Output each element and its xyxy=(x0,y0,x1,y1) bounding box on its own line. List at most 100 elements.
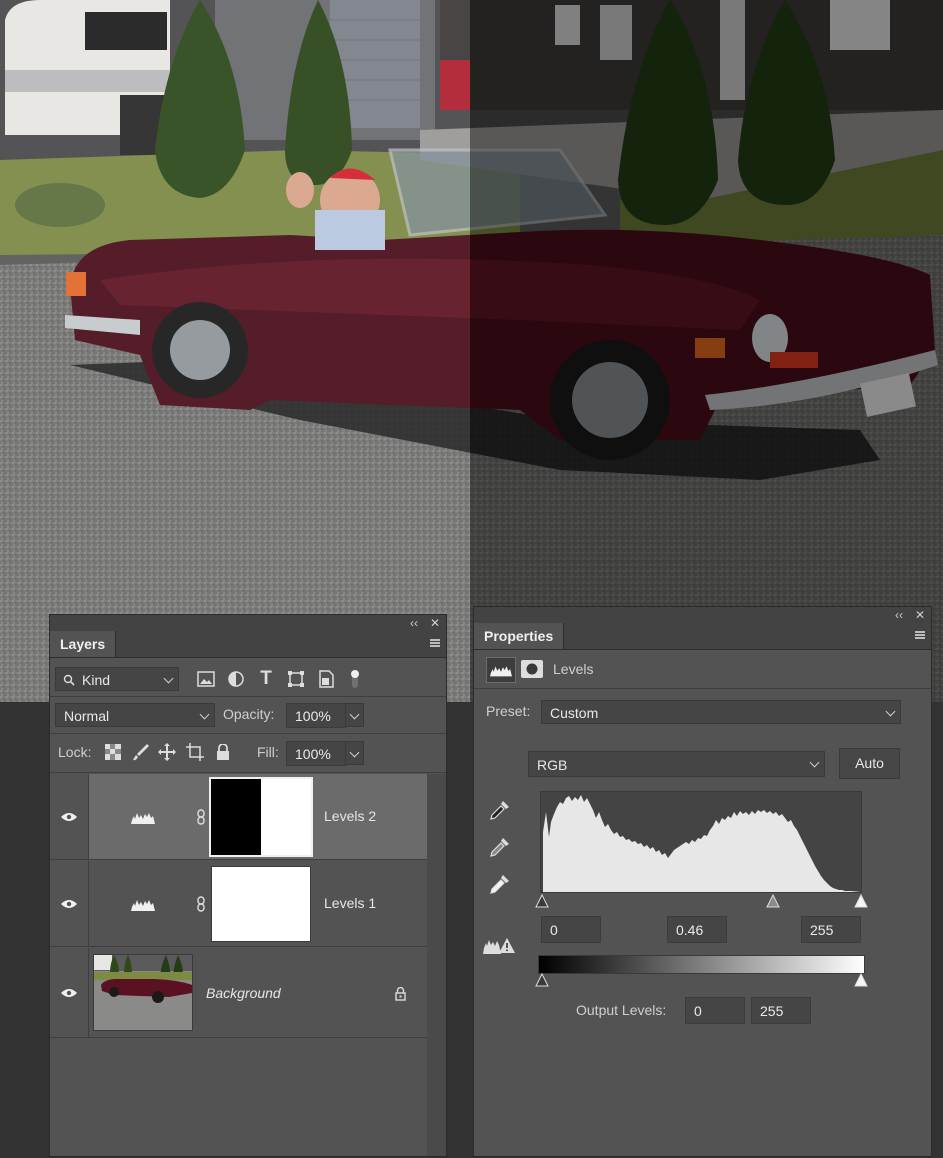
document-canvas[interactable] xyxy=(0,0,943,702)
input-white-value: 255 xyxy=(810,922,834,938)
search-icon xyxy=(63,668,75,692)
levels-icon[interactable] xyxy=(486,657,516,683)
chevron-down-icon xyxy=(809,757,820,768)
opacity-label: Opacity: xyxy=(223,706,275,722)
lock-icon xyxy=(393,986,407,1002)
eye-icon[interactable] xyxy=(60,810,78,824)
channel-dropdown[interactable]: RGB xyxy=(528,751,825,777)
chevron-down-icon xyxy=(163,673,174,684)
filter-toggle-icon[interactable] xyxy=(348,667,362,691)
output-white-handle[interactable] xyxy=(854,972,868,987)
type-filter-icon[interactable]: T xyxy=(256,668,276,689)
properties-panel: ‹‹ ✕ Properties Levels Preset: Custom RG… xyxy=(473,606,932,1157)
tab-properties[interactable]: Properties xyxy=(474,623,565,649)
lock-label: Lock: xyxy=(58,744,92,760)
layer-mask-thumbnail[interactable] xyxy=(209,777,313,857)
car-photo xyxy=(0,0,943,702)
smart-object-filter-icon[interactable] xyxy=(316,669,336,689)
input-white-handle[interactable] xyxy=(854,893,868,908)
lock-all-icon[interactable] xyxy=(214,743,232,761)
shape-filter-icon[interactable] xyxy=(286,669,306,689)
output-levels-label: Output Levels: xyxy=(576,1002,667,1018)
clipping-warning-icon[interactable] xyxy=(482,935,516,955)
output-levels-slider[interactable] xyxy=(534,972,868,988)
fill-field[interactable]: 100% xyxy=(286,741,346,766)
input-levels-slider[interactable] xyxy=(534,893,868,909)
layers-scrollbar[interactable] xyxy=(427,774,446,1156)
layer-image-thumbnail[interactable] xyxy=(93,954,193,1031)
blend-mode-value: Normal xyxy=(64,708,110,724)
input-gamma-field[interactable]: 0.46 xyxy=(667,916,727,943)
levels-histogram xyxy=(540,791,862,893)
input-black-handle[interactable] xyxy=(535,893,549,908)
filter-kind-dropdown[interactable]: Kind xyxy=(55,667,179,691)
blend-mode-dropdown[interactable]: Normal xyxy=(55,703,215,727)
layers-tabbar: Layers xyxy=(50,631,446,658)
histogram-graph xyxy=(543,795,861,892)
tab-layers[interactable]: Layers xyxy=(50,631,117,657)
auto-label: Auto xyxy=(855,755,884,771)
panel-menu-icon[interactable] xyxy=(430,639,440,647)
lock-artboard-icon[interactable] xyxy=(186,743,204,761)
close-icon[interactable]: ✕ xyxy=(915,607,925,623)
adjustment-filter-icon[interactable] xyxy=(226,669,246,689)
layer-row-background[interactable]: Background xyxy=(50,948,427,1038)
link-icon[interactable] xyxy=(195,808,207,826)
white-eyedropper-icon[interactable] xyxy=(487,872,513,896)
visibility-toggle[interactable] xyxy=(50,774,89,859)
auto-button[interactable]: Auto xyxy=(839,748,900,779)
levels-icon xyxy=(130,810,156,824)
layers-panel-header: ‹‹ ✕ xyxy=(50,615,446,631)
collapse-icon[interactable]: ‹‹ xyxy=(410,615,418,631)
layers-panel: ‹‹ ✕ Layers Kind T Normal Opacity: 100% xyxy=(49,614,447,1157)
properties-panel-header: ‹‹ ✕ xyxy=(474,607,931,623)
output-black-field[interactable]: 0 xyxy=(685,997,745,1024)
properties-tabbar: Properties xyxy=(474,623,931,650)
collapse-icon[interactable]: ‹‹ xyxy=(895,607,903,623)
gray-eyedropper-icon[interactable] xyxy=(487,835,513,859)
fill-slider-toggle[interactable] xyxy=(345,741,364,765)
output-white-field[interactable]: 255 xyxy=(751,997,811,1024)
input-black-field[interactable]: 0 xyxy=(541,916,601,943)
chevron-down-icon xyxy=(349,747,360,758)
layer-row-levels-1[interactable]: Levels 1 xyxy=(50,861,427,947)
close-icon[interactable]: ✕ xyxy=(430,615,440,631)
fill-value: 100% xyxy=(295,746,331,762)
preset-dropdown[interactable]: Custom xyxy=(541,700,901,724)
eye-icon[interactable] xyxy=(60,986,78,1000)
layer-row-levels-2[interactable]: Levels 2 xyxy=(50,774,427,860)
input-white-field[interactable]: 255 xyxy=(801,916,861,943)
mask-icon[interactable] xyxy=(520,659,544,679)
chevron-down-icon xyxy=(199,709,210,720)
opacity-slider-toggle[interactable] xyxy=(345,703,364,727)
channel-value: RGB xyxy=(537,757,568,773)
link-icon[interactable] xyxy=(195,895,207,913)
layer-name[interactable]: Background xyxy=(206,985,281,1001)
panel-menu-icon[interactable] xyxy=(915,631,925,639)
visibility-toggle[interactable] xyxy=(50,948,89,1037)
fill-label: Fill: xyxy=(257,744,279,760)
layer-name[interactable]: Levels 2 xyxy=(324,808,376,824)
pixel-filter-icon[interactable] xyxy=(196,669,216,689)
output-white-value: 255 xyxy=(760,1003,784,1019)
visibility-toggle[interactable] xyxy=(50,861,89,946)
opacity-field[interactable]: 100% xyxy=(286,703,346,728)
input-gamma-handle[interactable] xyxy=(766,893,780,908)
output-black-handle[interactable] xyxy=(535,972,549,987)
black-eyedropper-icon[interactable] xyxy=(487,798,513,822)
adjustment-title: Levels xyxy=(553,661,594,677)
layer-name[interactable]: Levels 1 xyxy=(324,895,376,911)
layer-list: Levels 2 Levels 1 Background xyxy=(50,774,427,1158)
lock-position-icon[interactable] xyxy=(158,743,176,761)
preset-label: Preset: xyxy=(486,703,531,719)
layer-mask-thumbnail[interactable] xyxy=(211,866,311,942)
input-black-value: 0 xyxy=(550,922,558,938)
filter-kind-label: Kind xyxy=(82,672,111,688)
chevron-down-icon xyxy=(349,709,360,720)
opacity-value: 100% xyxy=(295,708,331,724)
preset-value: Custom xyxy=(550,705,599,721)
eye-icon[interactable] xyxy=(60,897,78,911)
lock-pixels-icon[interactable] xyxy=(132,743,150,761)
levels-icon xyxy=(130,897,156,911)
lock-transparency-icon[interactable] xyxy=(104,743,122,761)
